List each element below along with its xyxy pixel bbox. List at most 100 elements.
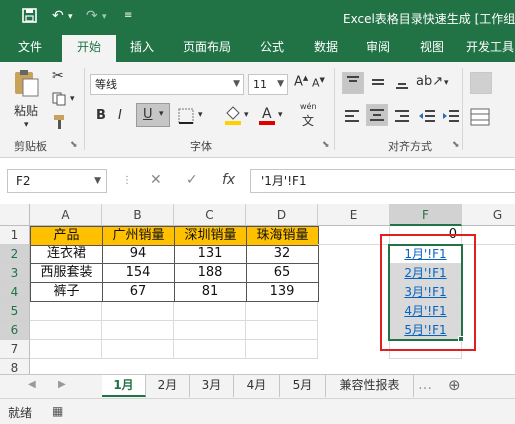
increase-indent-icon[interactable] [442, 106, 460, 129]
table-cell[interactable]: 131 [174, 245, 247, 264]
tab-review[interactable]: 审阅 [356, 35, 400, 62]
table-cell[interactable]: 81 [174, 283, 247, 302]
table-cell[interactable]: 裤子 [30, 283, 103, 302]
cell[interactable] [30, 321, 102, 340]
phonetic-icon[interactable]: wén [300, 102, 317, 111]
paste-icon[interactable] [12, 68, 40, 101]
select-all-corner[interactable] [0, 204, 30, 226]
undo-dropdown-icon[interactable]: ▾ [68, 12, 73, 22]
row-header-7[interactable]: 7 [0, 340, 30, 359]
tab-file[interactable]: 文件 [8, 35, 52, 62]
column-header-f[interactable]: F [390, 204, 462, 226]
table-cell[interactable]: 154 [102, 264, 175, 283]
cell[interactable] [246, 321, 318, 340]
more-sheets-icon[interactable]: … [418, 377, 432, 393]
align-middle-icon[interactable] [368, 72, 388, 95]
row-header-4[interactable]: 4 [0, 283, 30, 302]
cell[interactable] [174, 321, 246, 340]
table-cell[interactable]: 65 [246, 264, 319, 283]
sheet-tab-2[interactable]: 2月 [146, 375, 190, 397]
copy-icon[interactable] [52, 92, 68, 109]
paste-dropdown-icon[interactable]: ▾ [24, 120, 29, 130]
table-cell[interactable]: 188 [174, 264, 247, 283]
borders-dropdown-icon[interactable]: ▾ [198, 110, 203, 120]
row-header-1[interactable]: 1 [0, 226, 30, 245]
undo-icon[interactable]: ↶ [52, 8, 64, 24]
align-top-icon[interactable] [342, 72, 364, 94]
column-header-d[interactable]: D [246, 204, 318, 226]
tab-formulas[interactable]: 公式 [250, 35, 294, 62]
italic-button[interactable]: I [118, 108, 122, 123]
macro-record-icon[interactable]: ▦ [52, 404, 63, 418]
format-painter-icon[interactable] [52, 114, 68, 133]
cell[interactable] [246, 340, 318, 359]
clipboard-launcher-icon[interactable]: ⬊ [70, 140, 78, 150]
font-name-combo[interactable]: 等线 ▼ [90, 74, 244, 95]
table-header-cell[interactable]: 广州销量 [102, 226, 175, 246]
cut-icon[interactable]: ✂ [52, 68, 64, 84]
sheet-tab-3[interactable]: 3月 [190, 375, 234, 397]
cell[interactable] [102, 302, 174, 321]
sheet-tab-1[interactable]: 1月 [102, 375, 146, 397]
prev-sheet-icon[interactable]: ◀ [28, 379, 36, 390]
table-header-cell[interactable]: 产品 [30, 226, 103, 246]
font-launcher-icon[interactable]: ⬊ [322, 140, 330, 150]
decrease-font-icon[interactable]: A▼ [312, 76, 325, 90]
row-header-5[interactable]: 5 [0, 302, 30, 321]
cell[interactable] [30, 302, 102, 321]
table-cell[interactable]: 67 [102, 283, 175, 302]
table-cell[interactable]: 32 [246, 245, 319, 264]
tab-home[interactable]: 开始 [62, 35, 116, 62]
sheet-tab-compat-report[interactable]: 兼容性报表 [326, 375, 414, 397]
spreadsheet-grid[interactable]: A B C D E F G 1 2 3 4 5 6 7 8 产品 广州销量 深圳… [0, 204, 515, 374]
redo-icon[interactable]: ↷ [86, 8, 98, 24]
copy-dropdown-icon[interactable]: ▾ [70, 94, 75, 104]
table-cell[interactable]: 94 [102, 245, 175, 264]
sheet-tab-5[interactable]: 5月 [280, 375, 326, 397]
table-header-cell[interactable]: 深圳销量 [174, 226, 247, 246]
customize-qat-icon[interactable]: ≡ [124, 10, 132, 21]
column-header-g[interactable]: G [462, 204, 515, 226]
orientation-dropdown-icon[interactable]: ▾ [444, 78, 449, 88]
decrease-indent-icon[interactable] [418, 106, 436, 129]
font-color-icon[interactable]: A [258, 104, 276, 129]
underline-button[interactable]: U ▾ [136, 103, 170, 127]
column-header-a[interactable]: A [30, 204, 102, 226]
cell[interactable] [174, 302, 246, 321]
row-header-6[interactable]: 6 [0, 321, 30, 340]
tab-view[interactable]: 视图 [410, 35, 454, 62]
cancel-icon[interactable]: ✕ [150, 172, 162, 188]
fill-color-dropdown-icon[interactable]: ▾ [244, 110, 249, 120]
increase-font-icon[interactable]: A▲ [294, 74, 308, 89]
tab-insert[interactable]: 插入 [120, 35, 164, 62]
formula-input[interactable]: '1月'!F1 [250, 169, 515, 193]
tab-developer[interactable]: 开发工具 [464, 35, 515, 62]
alignment-launcher-icon[interactable]: ⬊ [452, 140, 460, 150]
row-header-8[interactable]: 8 [0, 359, 30, 374]
column-header-c[interactable]: C [174, 204, 246, 226]
paste-button[interactable]: 粘贴 [14, 102, 38, 119]
table-cell[interactable]: 连衣裙 [30, 245, 103, 264]
font-size-combo[interactable]: 11 ▼ [248, 74, 288, 95]
next-sheet-icon[interactable]: ▶ [58, 379, 66, 390]
orientation-icon[interactable]: ab↗ [416, 74, 443, 89]
align-center-icon[interactable] [366, 104, 388, 126]
tab-data[interactable]: 数据 [304, 35, 348, 62]
align-bottom-icon[interactable] [392, 72, 412, 95]
table-header-cell[interactable]: 珠海销量 [246, 226, 319, 246]
align-left-icon[interactable] [342, 106, 362, 129]
fill-color-icon[interactable] [224, 104, 242, 129]
save-icon[interactable] [22, 8, 37, 27]
bold-button[interactable]: B [96, 108, 106, 123]
align-right-icon[interactable] [392, 106, 412, 129]
table-cell[interactable]: 西服套装 [30, 264, 103, 283]
add-sheet-icon[interactable]: ⊕ [448, 376, 461, 394]
column-header-e[interactable]: E [318, 204, 390, 226]
cell[interactable] [246, 302, 318, 321]
tab-page-layout[interactable]: 页面布局 [176, 35, 238, 62]
sheet-tab-4[interactable]: 4月 [234, 375, 280, 397]
insert-function-icon[interactable]: fx [222, 172, 235, 188]
table-cell[interactable]: 139 [246, 283, 319, 302]
row-header-2[interactable]: 2 [0, 245, 30, 264]
row-header-3[interactable]: 3 [0, 264, 30, 283]
